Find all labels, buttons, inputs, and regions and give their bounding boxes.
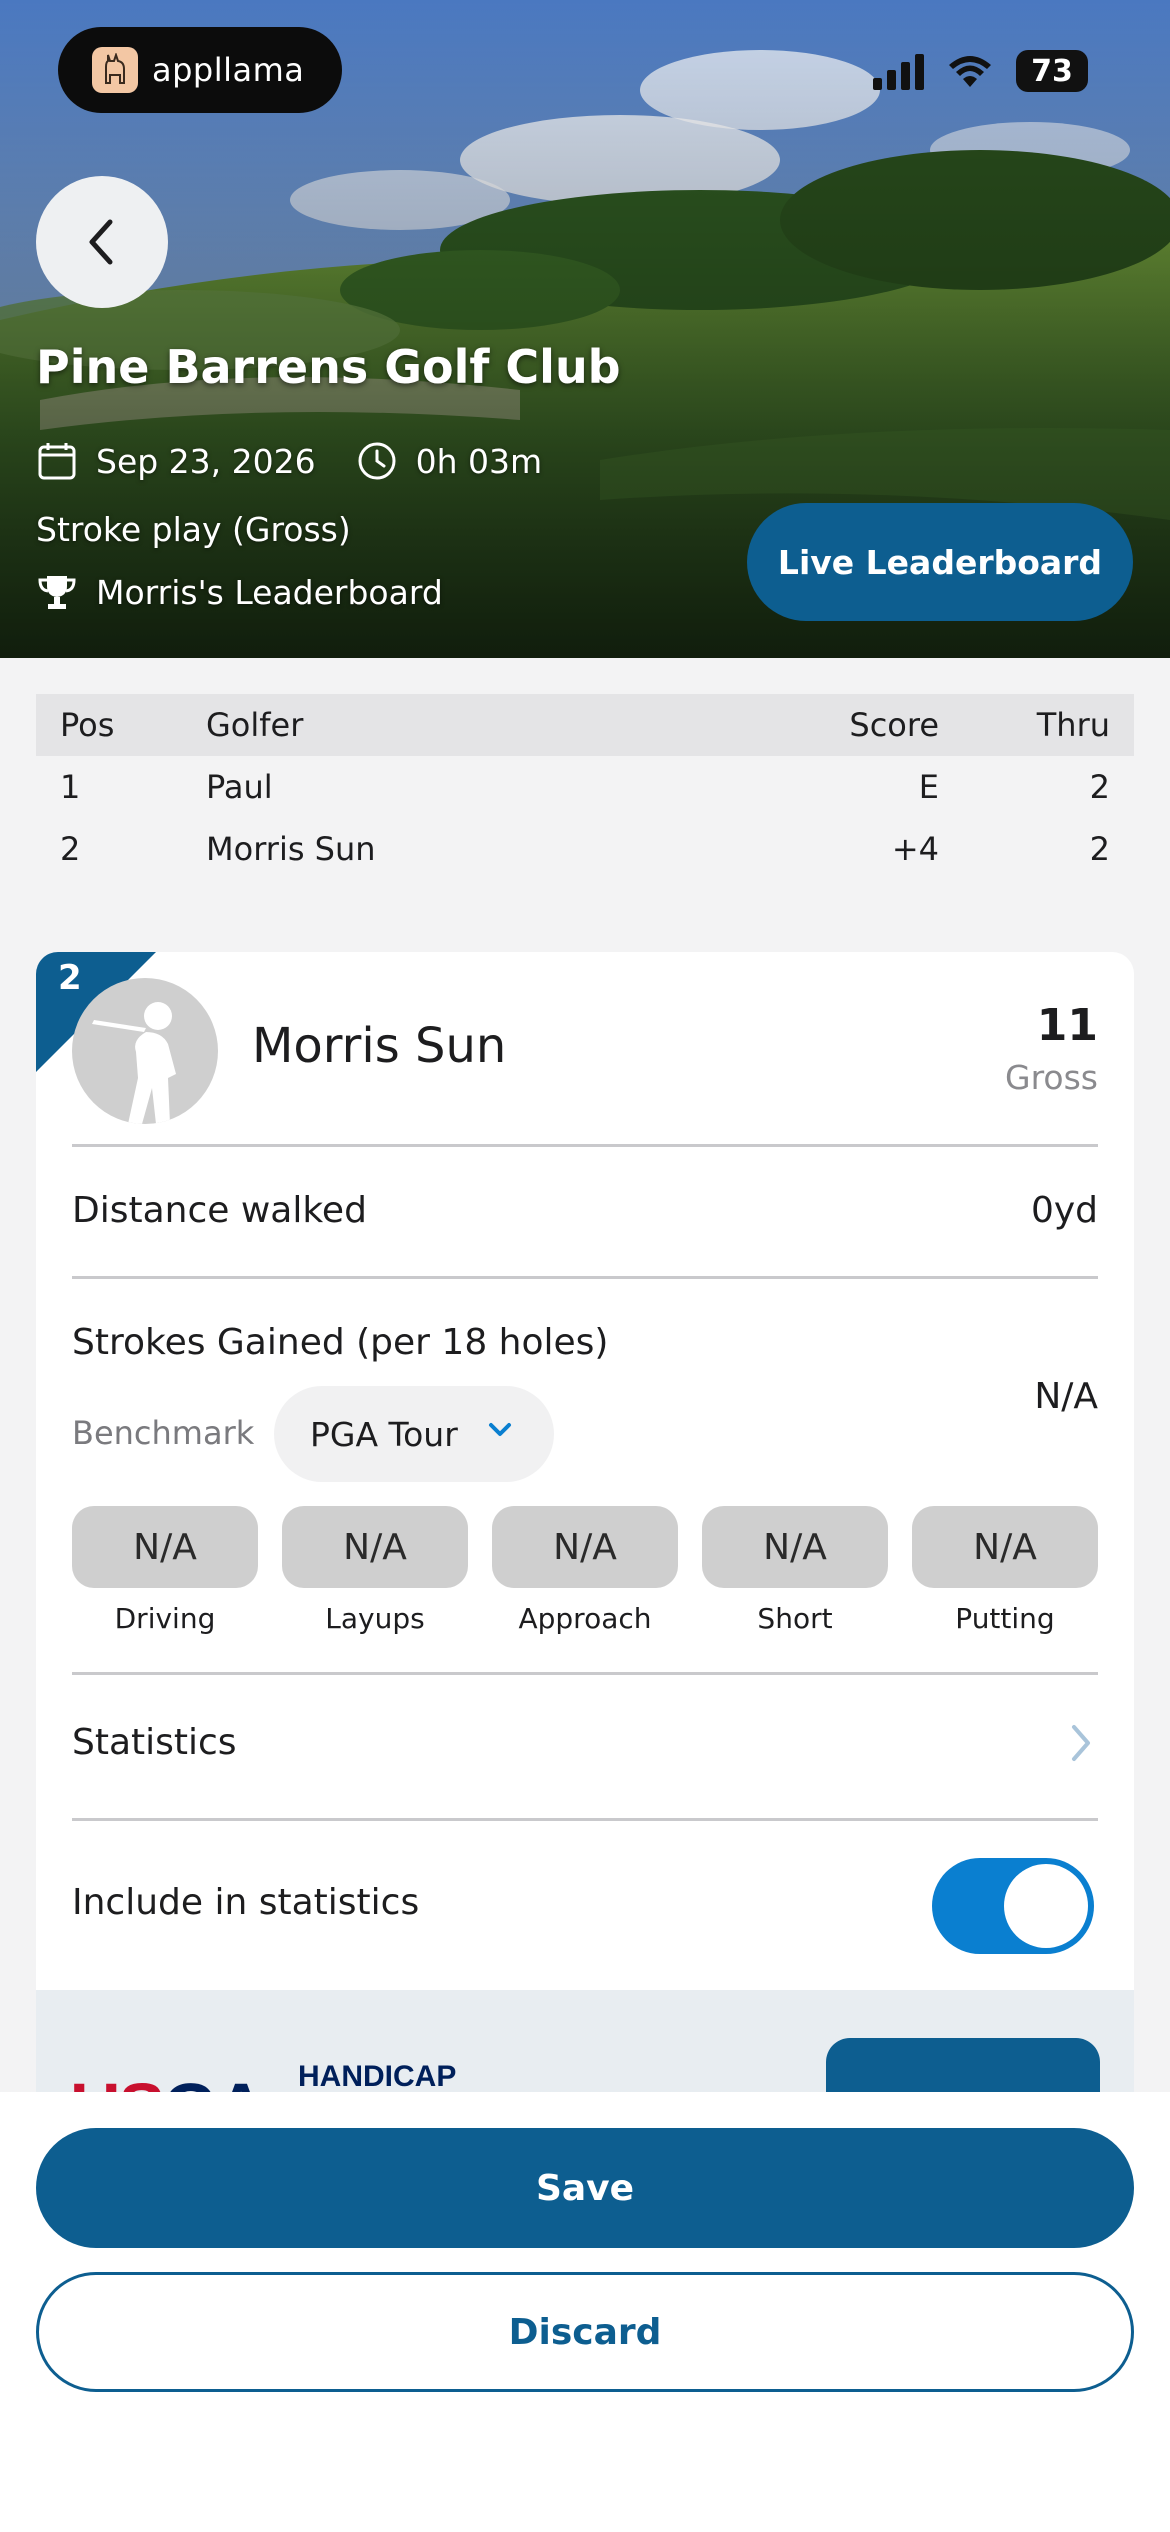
player-card: 2 Morris Sun 11 Gross Distance walked 0y…	[36, 952, 1134, 2092]
sg-layups: N/A Layups	[282, 1506, 468, 1635]
col-thru: Thru	[1036, 706, 1110, 744]
sg-chip: N/A	[282, 1506, 468, 1588]
trophy-icon	[36, 572, 78, 612]
status-bar: 73	[873, 50, 1088, 92]
position-number: 2	[58, 958, 82, 998]
benchmark-select[interactable]: PGA Tour	[274, 1386, 554, 1482]
gross-label: Gross	[1005, 1058, 1098, 1097]
sg-label: Short	[757, 1602, 833, 1635]
post-score-button[interactable]: Post score	[826, 2038, 1100, 2092]
usga-logo: USGA	[70, 2068, 266, 2092]
wifi-icon	[949, 56, 991, 87]
back-button[interactable]	[36, 176, 168, 308]
table-header: Pos Golfer Score Thru	[36, 694, 1134, 756]
brand-badge: appllama	[58, 27, 342, 113]
sg-label: Approach	[518, 1602, 652, 1635]
brand-name: appllama	[152, 51, 305, 89]
divider	[72, 1276, 1098, 1279]
row-pos: 2	[60, 830, 81, 868]
usga-handicap-section: USGA HANDICAP Post score	[36, 1990, 1134, 2092]
save-button[interactable]: Save	[36, 2128, 1134, 2248]
row-golfer: Morris Sun	[206, 830, 376, 868]
round-date: Sep 23, 2026	[96, 441, 316, 481]
calendar-icon	[36, 440, 78, 482]
row-score: +4	[891, 830, 939, 868]
sg-short: N/A Short	[702, 1506, 888, 1635]
row-thru: 2	[1089, 768, 1110, 806]
round-duration: 0h 03m	[415, 441, 543, 481]
chevron-left-icon	[89, 219, 113, 265]
sg-chip: N/A	[912, 1506, 1098, 1588]
include-statistics-toggle[interactable]	[932, 1858, 1094, 1954]
leaderboard-table: Pos Golfer Score Thru 1 Paul E 2 2 Morri…	[36, 694, 1134, 880]
row-thru: 2	[1089, 830, 1110, 868]
clock-icon	[356, 440, 398, 482]
sg-chip: N/A	[72, 1506, 258, 1588]
sg-label: Layups	[325, 1602, 425, 1635]
row-score: E	[918, 768, 939, 806]
benchmark-value: PGA Tour	[310, 1414, 458, 1454]
gross-score: 11	[1036, 1000, 1098, 1051]
sg-driving: N/A Driving	[72, 1506, 258, 1635]
leaderboard-link[interactable]: Morris's Leaderboard	[36, 572, 443, 612]
strokes-gained-label: Strokes Gained (per 18 holes)	[72, 1322, 609, 1363]
sg-chip: N/A	[492, 1506, 678, 1588]
bottom-action-bar: Save Discard	[0, 2092, 1170, 2532]
round-format: Stroke play (Gross)	[36, 510, 351, 549]
sg-approach: N/A Approach	[492, 1506, 678, 1635]
col-golfer: Golfer	[206, 706, 304, 744]
divider	[72, 1672, 1098, 1675]
divider	[72, 1144, 1098, 1147]
divider	[72, 1818, 1098, 1821]
strokes-gained-breakdown: N/A Driving N/A Layups N/A Approach N/A …	[72, 1506, 1098, 1635]
golfer-silhouette-icon	[92, 1002, 176, 1124]
leaderboard-name: Morris's Leaderboard	[96, 572, 443, 612]
battery-indicator: 73	[1016, 50, 1088, 92]
discard-button[interactable]: Discard	[36, 2272, 1134, 2392]
distance-value: 0yd	[1030, 1190, 1098, 1231]
table-row[interactable]: 2 Morris Sun +4 2	[36, 818, 1134, 880]
distance-label: Distance walked	[72, 1190, 367, 1231]
toggle-knob	[1004, 1864, 1088, 1948]
cellular-signal-icon	[873, 52, 924, 90]
live-leaderboard-button[interactable]: Live Leaderboard	[747, 503, 1133, 621]
round-meta: Sep 23, 2026 0h 03m	[36, 440, 542, 482]
table-row[interactable]: 1 Paul E 2	[36, 756, 1134, 818]
benchmark-label: Benchmark	[72, 1414, 255, 1452]
col-score: Score	[849, 706, 939, 744]
col-pos: Pos	[60, 706, 115, 744]
chevron-down-icon	[489, 1423, 511, 1436]
strokes-gained-value: N/A	[1034, 1376, 1098, 1417]
row-golfer: Paul	[206, 768, 273, 806]
sg-chip: N/A	[702, 1506, 888, 1588]
row-pos: 1	[60, 768, 81, 806]
statistics-link[interactable]: Statistics	[72, 1722, 237, 1763]
player-name: Morris Sun	[252, 1018, 507, 1074]
handicap-label: HANDICAP	[298, 2060, 457, 2092]
course-hero: appllama 73 Pine Barrens Golf Club Sep 2…	[0, 0, 1170, 658]
avatar[interactable]	[72, 978, 218, 1124]
llama-logo-icon	[92, 47, 138, 93]
include-statistics-label: Include in statistics	[72, 1882, 420, 1923]
sg-putting: N/A Putting	[912, 1506, 1098, 1635]
sg-label: Putting	[955, 1602, 1055, 1635]
sg-label: Driving	[114, 1602, 216, 1635]
course-title: Pine Barrens Golf Club	[36, 340, 621, 394]
chevron-right-icon[interactable]	[1068, 1722, 1094, 1764]
